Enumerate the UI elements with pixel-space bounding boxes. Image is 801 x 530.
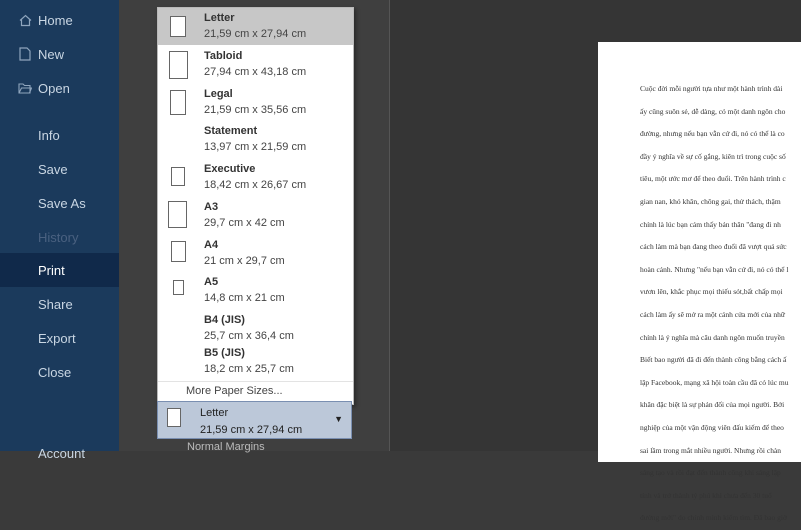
nav-print[interactable]: Print <box>0 253 119 287</box>
paper-size-selector[interactable]: Letter 21,59 cm x 27,94 cm ▼ <box>157 401 352 439</box>
backstage-nav: Home New Open Info Save Save As History … <box>0 0 119 461</box>
paper-option-legal[interactable]: Legal 21,59 cm x 35,56 cm <box>158 84 353 121</box>
preview-line: đầy ý nghĩa về sự cố gắng, kiên trì tron… <box>640 151 786 161</box>
preview-line: tính và trở thành tỷ phú khi chưa đến 30… <box>640 490 772 500</box>
paper-option-letter[interactable]: Letter 21,59 cm x 27,94 cm <box>158 8 353 45</box>
nav-info[interactable]: Info <box>0 118 119 152</box>
preview-line: chính là lúc bạn cảm thấy bản thân "đang… <box>640 219 781 229</box>
margins-selector[interactable]: Normal Margins <box>157 441 352 453</box>
nav-print-label: Print <box>38 262 65 278</box>
nav-history-label: History <box>38 229 79 245</box>
dropdown-arrow-icon: ▼ <box>334 414 343 424</box>
paper-option-statement[interactable]: Statement 13,97 cm x 21,59 cm <box>158 121 353 158</box>
preview-line: gian nan, khó khăn, chông gai, thử thách… <box>640 196 781 206</box>
preview-line: đường, nhưng nếu bạn vẫn cứ đi, nó có th… <box>640 129 785 139</box>
paper-option-dims: 14,8 cm x 21 cm <box>204 292 285 304</box>
preview-line: ấy cũng suôn sẻ, dễ dàng, có một danh ng… <box>640 106 786 116</box>
preview-line: nghiệp của một vận động viên đấu kiếm để… <box>640 422 784 432</box>
paper-option-name: Legal <box>204 88 233 100</box>
preview-line: Biết bao người đã đi đến thành công bằng… <box>640 355 787 365</box>
preview-line: vươn lên, khắc phục mọi thiếu sót,bất ch… <box>640 287 783 297</box>
selected-paper-dims: 21,59 cm x 27,94 cm <box>200 424 303 436</box>
preview-line: cách làm ấy sẽ mở ra một cánh cửa mới củ… <box>640 309 785 319</box>
paper-option-a5[interactable]: A5 14,8 cm x 21 cm <box>158 272 353 309</box>
preview-line: cách làm mà bạn đang theo đuổi đã vượt q… <box>640 242 787 252</box>
preview-page-text: Cuộc đời mỗi người tựa như một hành trìn… <box>640 78 801 530</box>
paper-executive-icon <box>171 167 185 186</box>
nav-home-label: Home <box>38 12 73 28</box>
paper-legal-icon <box>170 90 186 115</box>
paper-option-name: Statement <box>204 125 258 137</box>
paper-option-dims: 13,97 cm x 21,59 cm <box>204 141 307 153</box>
more-sizes-divider <box>158 381 353 382</box>
open-folder-icon <box>18 81 32 95</box>
paper-option-name: Tabloid <box>204 50 243 62</box>
nav-account-label: Account <box>38 445 85 461</box>
nav-account[interactable]: Account <box>0 436 119 470</box>
paper-a3-icon <box>168 201 187 228</box>
paper-size-dropdown: Letter 21,59 cm x 27,94 cm Tabloid 27,94… <box>157 7 354 405</box>
nav-close[interactable]: Close <box>0 355 119 389</box>
selected-paper-name: Letter <box>200 407 229 419</box>
nav-open-label: Open <box>38 80 70 96</box>
nav-history[interactable]: History <box>0 220 119 254</box>
paper-option-a3[interactable]: A3 29,7 cm x 42 cm <box>158 197 353 234</box>
nav-save-as[interactable]: Save As <box>0 186 119 220</box>
paper-option-name: Executive <box>204 163 256 175</box>
paper-option-name: B4 (JIS) <box>204 314 245 326</box>
preview-line: sáng tạo và rồi đạt đến thành công khi s… <box>640 468 781 478</box>
nav-export-label: Export <box>38 330 76 346</box>
nav-open[interactable]: Open <box>0 71 119 105</box>
preview-line: khăn đặc biệt là sự phản đối của mọi ngư… <box>640 400 785 410</box>
paper-option-dims: 25,7 cm x 36,4 cm <box>204 330 294 342</box>
nav-new-label: New <box>38 46 65 62</box>
paper-option-b5-jis[interactable]: B5 (JIS) 18,2 cm x 25,7 cm <box>158 343 353 380</box>
paper-option-name: A3 <box>204 201 219 213</box>
paper-option-dims: 29,7 cm x 42 cm <box>204 217 285 229</box>
paper-letter-icon <box>170 16 186 37</box>
paper-option-name: B5 (JIS) <box>204 347 245 359</box>
preview-line: chính là ý nghĩa mà câu danh ngôn muốn t… <box>640 332 785 342</box>
paper-option-executive[interactable]: Executive 18,42 cm x 26,67 cm <box>158 159 353 196</box>
paper-option-a4[interactable]: A4 21 cm x 29,7 cm <box>158 235 353 272</box>
paper-option-name: A4 <box>204 239 219 251</box>
preview-line: lập Facebook, mạng xã hội toàn cầu đã có… <box>640 377 789 387</box>
paper-letter-icon <box>167 408 181 427</box>
paper-option-name: A5 <box>204 276 219 288</box>
new-document-icon <box>18 47 32 61</box>
paper-a4-icon <box>171 241 186 262</box>
paper-option-b4-jis[interactable]: B4 (JIS) 25,7 cm x 36,4 cm <box>158 310 353 347</box>
nav-close-label: Close <box>38 364 72 380</box>
paper-option-dims: 18,42 cm x 26,67 cm <box>204 179 307 191</box>
nav-share-label: Share <box>38 296 73 312</box>
paper-option-dims: 27,94 cm x 43,18 cm <box>204 66 307 78</box>
nav-save[interactable]: Save <box>0 152 119 186</box>
nav-info-label: Info <box>38 127 60 143</box>
paper-a5-icon <box>173 280 184 295</box>
paper-tabloid-icon <box>169 51 188 79</box>
preview-line: hoàn cảnh. Nhưng "nếu bạn vẫn cứ đi, nó … <box>640 264 789 274</box>
nav-export[interactable]: Export <box>0 321 119 355</box>
preview-line: đường mới" do chính mình kiếm tìm. Đã ba… <box>640 513 787 523</box>
home-icon <box>18 13 32 27</box>
nav-share[interactable]: Share <box>0 287 119 321</box>
margins-label: Normal Margins <box>187 441 265 453</box>
nav-save-label: Save <box>38 161 68 177</box>
paper-option-name: Letter <box>204 12 235 24</box>
nav-home[interactable]: Home <box>0 3 119 37</box>
paper-option-dims: 21 cm x 29,7 cm <box>204 255 285 267</box>
more-paper-sizes-link[interactable]: More Paper Sizes... <box>186 385 283 397</box>
paper-option-dims: 21,59 cm x 35,56 cm <box>204 104 307 116</box>
nav-save-as-label: Save As <box>38 195 86 211</box>
preview-line: Cuộc đời mỗi người tựa như một hành trìn… <box>640 84 783 93</box>
preview-line: tiêu, một ước mơ để theo đuổi. Trên hành… <box>640 174 786 184</box>
paper-option-dims: 21,59 cm x 27,94 cm <box>204 28 307 40</box>
paper-option-tabloid[interactable]: Tabloid 27,94 cm x 43,18 cm <box>158 46 353 83</box>
paper-option-dims: 18,2 cm x 25,7 cm <box>204 363 294 375</box>
nav-new[interactable]: New <box>0 37 119 71</box>
